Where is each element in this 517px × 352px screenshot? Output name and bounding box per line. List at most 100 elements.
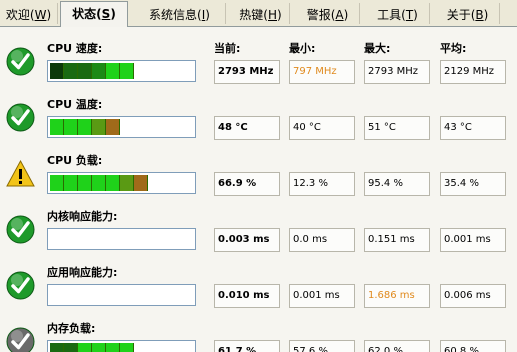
checkmark-icon (6, 215, 35, 244)
tab-welcome[interactable]: 欢迎(W) (0, 3, 58, 24)
tab-label: 热键( (239, 8, 268, 22)
tab-hotkey: H (267, 8, 278, 22)
value-avg: 0.006 ms (440, 284, 506, 308)
bar-segment (64, 175, 78, 191)
status-row: CPU 速度: 当前: 最小: 最大: 平均: 2793 MHz 797 MHz 2793 M… (0, 27, 517, 84)
metric-label: 应用响应能力: (47, 266, 118, 279)
level-bar (47, 340, 196, 352)
level-bar (47, 228, 196, 250)
status-row: CPU 温度: 48 °C 40 °C 51 °C 43 °C (0, 83, 517, 140)
level-bar (47, 284, 196, 306)
tab-label-tail: ) (277, 8, 282, 22)
status-row: CPU 负载: 66.9 % 12.3 % 95.4 % 35.4 % (0, 139, 517, 196)
column-header-min: 最小: (289, 42, 316, 55)
bar-segment (134, 175, 148, 191)
tab-tools[interactable]: 工具(T) (366, 3, 430, 24)
tab-label: 关于( (446, 8, 476, 22)
bar-segment (92, 63, 106, 79)
value-max: 51 °C (364, 116, 430, 140)
checkmark-icon (6, 47, 35, 76)
metric-label: CPU 温度: (47, 98, 103, 111)
level-bar (47, 172, 196, 194)
value-max: 0.151 ms (364, 228, 430, 252)
value-current: 61.7 % (214, 340, 280, 352)
value-avg: 2129 MHz (440, 60, 506, 84)
tab-label-tail: ) (343, 8, 349, 22)
checkmark-icon (6, 103, 35, 132)
bar-segment (64, 63, 78, 79)
checkmark-icon (6, 271, 35, 300)
bar-segment (50, 119, 64, 135)
bar-segment (106, 175, 120, 191)
bar-segment (78, 343, 92, 352)
value-avg: 43 °C (440, 116, 506, 140)
column-header-avg: 平均: (440, 42, 467, 55)
tab-label-tail: ) (46, 8, 52, 22)
bar-segment (50, 63, 64, 79)
tab-alerts[interactable]: 警报(A) (296, 3, 360, 24)
tab-label: 工具( (377, 8, 406, 22)
tab-label-tail: ) (483, 8, 489, 22)
tab-label: 系统信息( (149, 8, 202, 22)
value-max: 1.686 ms (364, 284, 430, 308)
bar-segment (50, 343, 64, 352)
value-min: 0.001 ms (289, 284, 355, 308)
tab-status[interactable]: 状态(S) (60, 1, 128, 27)
value-current: 0.010 ms (214, 284, 280, 308)
status-row: 内存负载: 61.7 % 57.6 % 62.0 % 60.8 % (0, 307, 517, 352)
column-header-current: 当前: (214, 42, 241, 55)
bar-segment (106, 343, 120, 352)
tab-label-tail: ) (205, 8, 210, 22)
warning-icon (6, 159, 35, 188)
bar-segment (92, 175, 106, 191)
value-current: 2793 MHz (214, 60, 280, 84)
value-current: 0.003 ms (214, 228, 280, 252)
tab-label: 欢迎( (5, 8, 35, 22)
tab-about[interactable]: 关于(B) (436, 3, 500, 24)
value-avg: 0.001 ms (440, 228, 506, 252)
value-min: 12.3 % (289, 172, 355, 196)
bar-segment (64, 119, 78, 135)
metric-label: 内核响应能力: (47, 210, 118, 223)
bar-segment (106, 63, 120, 79)
tab-hotkey: W (34, 8, 47, 22)
value-min: 40 °C (289, 116, 355, 140)
value-min: 57.6 % (289, 340, 355, 352)
bar-segment (92, 119, 106, 135)
tab-bar: 欢迎(W) 状态(S) 系统信息(I) 热键(H) 警报(A) 工具(T) 关于(B) (0, 0, 517, 27)
value-current: 66.9 % (214, 172, 280, 196)
column-header-max: 最大: (364, 42, 391, 55)
level-bar (47, 116, 196, 138)
value-max: 62.0 % (364, 340, 430, 352)
tab-label: 警报( (306, 8, 336, 22)
bar-segment (120, 343, 134, 352)
bar-segment (78, 63, 92, 79)
bar-segment (64, 343, 78, 352)
tab-hotkey: B (475, 8, 484, 22)
status-panel: CPU 速度: 当前: 最小: 最大: 平均: 2793 MHz 797 MHz 2793 M… (0, 27, 517, 352)
tab-hotkeys[interactable]: 热键(H) (232, 3, 290, 24)
bar-segment (78, 175, 92, 191)
tab-label-tail: ) (413, 8, 418, 22)
value-max: 95.4 % (364, 172, 430, 196)
bar-segment (78, 119, 92, 135)
bar-segment (106, 119, 120, 135)
level-bar (47, 60, 196, 82)
tab-label-tail: ) (110, 7, 116, 21)
value-min: 0.0 ms (289, 228, 355, 252)
bar-segment (120, 63, 134, 79)
metric-label: 内存负载: (47, 322, 96, 335)
status-row: 应用响应能力: 0.010 ms 0.001 ms 1.686 ms 0.006 ms (0, 251, 517, 308)
tab-label: 状态( (72, 7, 102, 21)
value-min: 797 MHz (289, 60, 355, 84)
bar-segment (120, 175, 134, 191)
metric-label: CPU 速度: (47, 42, 103, 55)
tab-hotkey: A (335, 8, 344, 22)
value-avg: 35.4 % (440, 172, 506, 196)
tab-system-info[interactable]: 系统信息(I) (134, 3, 226, 24)
bar-segment (92, 343, 106, 352)
checkmark-icon (6, 327, 35, 352)
value-max: 2793 MHz (364, 60, 430, 84)
value-current: 48 °C (214, 116, 280, 140)
metric-label: CPU 负载: (47, 154, 103, 167)
